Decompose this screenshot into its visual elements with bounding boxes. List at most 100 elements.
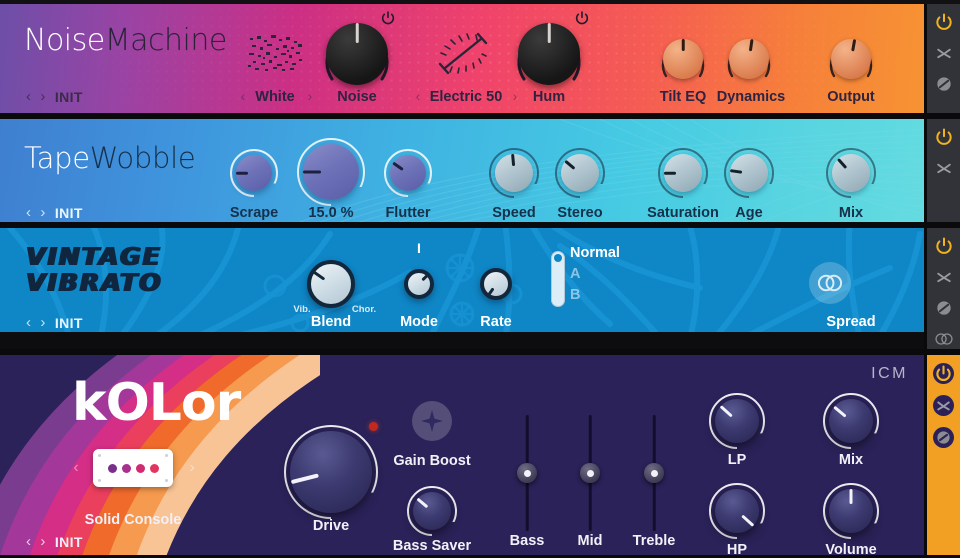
switch-option-b[interactable]: B	[570, 287, 580, 303]
knob-speed-label: Speed	[492, 205, 536, 221]
knob-rate[interactable]	[480, 268, 512, 300]
bypass-icon[interactable]	[934, 267, 954, 287]
fluorescent-tube-icon	[438, 32, 488, 75]
logo-part-1: Noise	[24, 23, 105, 58]
spread-toggle[interactable]	[809, 262, 851, 304]
knob-wow-pointer	[303, 170, 321, 174]
knob-scrape-pointer	[236, 171, 248, 175]
knob-tilt-eq[interactable]	[661, 39, 705, 79]
sparkle-icon	[421, 410, 443, 432]
power-icon[interactable]	[934, 236, 954, 256]
preset-nav-noisemachine[interactable]: ‹ › INIT	[26, 88, 83, 105]
switch-option-normal[interactable]: Normal	[570, 245, 620, 261]
bypass-icon[interactable]	[934, 43, 954, 63]
knob-mix[interactable]	[823, 393, 879, 449]
panel-vintagevibrato: VINTAGE VIBRATO ‹ › INIT Vib. Chor. Blen…	[0, 225, 960, 352]
knob-output-cap	[831, 39, 871, 79]
gain-boost-toggle[interactable]	[412, 401, 452, 441]
knob-wow-value: 15.0 %	[308, 205, 354, 221]
screw-icon	[98, 479, 101, 482]
noise-power-icon[interactable]	[380, 10, 396, 26]
knob-wow[interactable]	[297, 138, 365, 206]
knob-mix[interactable]	[826, 148, 876, 198]
knob-scrape-label: Scrape	[229, 205, 279, 221]
logo-line-1: VINTAGE	[26, 242, 162, 271]
mode-switch-track[interactable]	[551, 251, 565, 307]
noise-texture-icon	[248, 35, 302, 71]
slider-treble[interactable]	[643, 415, 665, 531]
logo-line-2: VIBRATO	[26, 268, 163, 297]
knob-hp[interactable]	[709, 483, 765, 539]
kolor-body: kOLor ‹ › Solid Console ‹ › INIT ICM Dri…	[0, 355, 924, 555]
console-prev-icon[interactable]: ‹	[73, 459, 78, 477]
knob-mode[interactable]	[404, 269, 434, 299]
slider-bass[interactable]	[516, 415, 538, 531]
knob-rate-label: Rate	[480, 314, 512, 330]
hum-power-icon[interactable]	[574, 10, 590, 26]
console-dot	[107, 463, 117, 473]
knob-scrape[interactable]	[230, 149, 278, 197]
preset-prev-icon[interactable]: ‹	[26, 314, 31, 331]
knob-age-label: Age	[735, 205, 763, 221]
preset-next-icon[interactable]: ›	[40, 204, 45, 221]
stereo-icon[interactable]	[934, 329, 954, 349]
knob-mix-label: Mix	[838, 205, 864, 221]
preset-next-icon[interactable]: ›	[40, 314, 45, 331]
slider-treble-thumb[interactable]	[644, 463, 664, 483]
preset-next-icon[interactable]: ›	[40, 533, 45, 550]
switch-option-a[interactable]: A	[570, 266, 580, 282]
noise-type-prev-icon[interactable]: ‹	[241, 88, 246, 104]
vintagevibrato-side-controls	[924, 228, 960, 349]
preset-prev-icon[interactable]: ‹	[26, 204, 31, 221]
knob-drive-label: Drive	[312, 518, 350, 534]
console-model-card[interactable]	[93, 449, 173, 487]
knob-lp[interactable]	[709, 393, 765, 449]
bypass-icon[interactable]	[933, 395, 954, 416]
console-dot	[121, 463, 131, 473]
power-icon[interactable]	[934, 127, 954, 147]
power-icon[interactable]	[934, 12, 954, 32]
knob-flutter-cap	[390, 155, 426, 191]
slider-mid-thumb[interactable]	[580, 463, 600, 483]
knob-saturation[interactable]	[658, 148, 708, 198]
knob-output[interactable]	[829, 39, 873, 79]
knob-noise[interactable]	[325, 23, 389, 85]
knob-hum-pointer	[547, 23, 551, 43]
preset-next-icon[interactable]: ›	[40, 88, 45, 105]
power-icon[interactable]	[933, 363, 954, 384]
knob-dynamics[interactable]	[727, 39, 771, 79]
preset-prev-icon[interactable]: ‹	[26, 533, 31, 550]
knob-blend[interactable]	[307, 260, 355, 308]
knob-bass-saver[interactable]	[407, 486, 457, 536]
slider-bass-thumb[interactable]	[517, 463, 537, 483]
bypass-icon[interactable]	[934, 158, 954, 178]
preset-nav-vintagevibrato[interactable]: ‹ › INIT	[26, 314, 83, 331]
knob-volume[interactable]	[823, 483, 879, 539]
knob-age[interactable]	[724, 148, 774, 198]
knob-flutter[interactable]	[384, 149, 432, 197]
console-dot	[135, 463, 145, 473]
preset-nav-kolor[interactable]: ‹ › INIT	[26, 533, 83, 550]
gain-boost-label: Gain Boost	[393, 453, 471, 469]
mute-icon[interactable]	[934, 74, 954, 94]
vintagevibrato-logo: VINTAGE VIBRATO	[26, 244, 162, 296]
knob-saturation-pointer	[664, 171, 676, 175]
preset-prev-icon[interactable]: ‹	[26, 88, 31, 105]
hum-type-prev-icon[interactable]: ‹	[416, 88, 421, 104]
preset-name: INIT	[54, 88, 83, 105]
noise-type-label: White	[255, 89, 295, 105]
noise-type-next-icon[interactable]: ›	[308, 88, 313, 104]
screw-icon	[165, 454, 168, 457]
mute-icon[interactable]	[933, 427, 954, 448]
console-next-icon[interactable]: ›	[189, 459, 194, 477]
console-model-label: Solid Console	[84, 512, 182, 528]
slider-mid-label: Mid	[577, 533, 603, 549]
knob-drive[interactable]	[284, 425, 378, 519]
knob-speed[interactable]	[489, 148, 539, 198]
panel-noisemachine: NoiseMachine ‹ › INIT White ‹ › Noise El…	[0, 0, 960, 116]
knob-hum[interactable]	[517, 23, 581, 85]
knob-stereo[interactable]	[555, 148, 605, 198]
slider-mid[interactable]	[579, 415, 601, 531]
mute-icon[interactable]	[934, 298, 954, 318]
preset-nav-tapewobble[interactable]: ‹ › INIT	[26, 204, 83, 221]
